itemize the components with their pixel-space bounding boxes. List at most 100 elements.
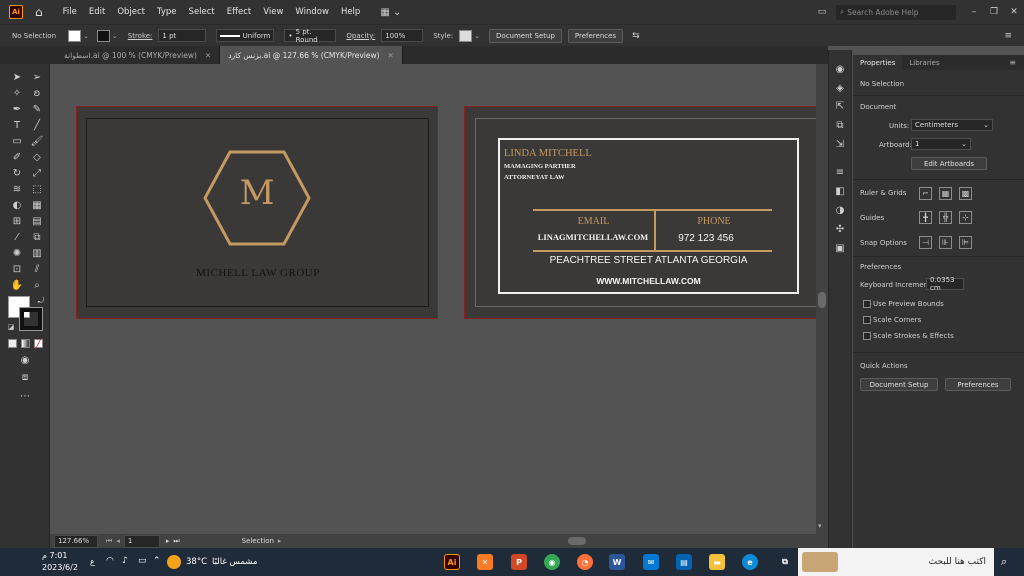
transparency-grid-icon[interactable]: ▩ — [959, 187, 972, 200]
artboard-tool-icon[interactable]: ⊡ — [10, 262, 24, 276]
tray-chevron-icon[interactable]: ⌃ — [153, 556, 161, 566]
qa-preferences-button[interactable]: Preferences — [945, 378, 1011, 391]
store-icon[interactable]: ▤ — [676, 554, 692, 570]
file-explorer-icon[interactable]: ▬ — [709, 554, 725, 570]
word-icon[interactable]: W — [609, 554, 625, 570]
menu-view[interactable]: View — [257, 7, 289, 17]
draw-mode-icon[interactable]: ◉ — [18, 353, 32, 367]
grid-icon[interactable]: ▦ — [939, 187, 952, 200]
weather-text[interactable]: مشمس غالبًا — [212, 557, 257, 567]
fill-swatch[interactable] — [68, 29, 81, 42]
edge-icon[interactable]: e — [742, 554, 758, 570]
slice-tool-icon[interactable]: ⫽ — [30, 262, 44, 276]
shape-builder-icon[interactable]: ◐ — [10, 198, 24, 212]
panel-menu-icon[interactable]: ≡ — [1004, 31, 1012, 41]
menu-file[interactable]: File — [57, 7, 83, 17]
lasso-tool-icon[interactable]: ʚ — [30, 86, 44, 100]
color-mode-icon[interactable] — [8, 339, 17, 348]
xampp-icon[interactable]: ✕ — [477, 554, 493, 570]
tab-properties[interactable]: Properties — [853, 55, 903, 70]
document-setup-button[interactable]: Document Setup — [489, 28, 562, 43]
search-help-input[interactable]: ⌕ Search Adobe Help — [836, 4, 956, 20]
home-icon[interactable]: ⌂ — [35, 5, 43, 19]
arrange-icon[interactable]: ⇆ — [632, 31, 640, 41]
search-icon[interactable]: ⌕ — [1001, 555, 1007, 569]
style-swatch[interactable] — [459, 29, 473, 42]
artboard-navigator[interactable]: 1 — [123, 534, 160, 548]
artboard-front[interactable]: M MICHELL LAW GROUP — [76, 106, 438, 319]
task-view-icon[interactable]: ⧉ — [777, 554, 793, 570]
artboards-panel-icon[interactable]: ⧉ — [833, 118, 847, 132]
snap-to-grid-icon[interactable]: ⊪ — [939, 236, 952, 249]
stroke-swatch[interactable] — [96, 29, 110, 42]
line-tool-icon[interactable]: ╱ — [30, 118, 44, 132]
wifi-icon[interactable]: ◠ — [106, 556, 114, 566]
fill-dropdown-icon[interactable]: ⌄ — [83, 32, 89, 40]
graph-tool-icon[interactable]: ▥ — [30, 246, 44, 260]
clock-time[interactable]: 7:01 م — [42, 551, 67, 560]
minimize-icon[interactable]: – — [964, 7, 984, 17]
selection-tool-icon[interactable]: ➤ — [10, 70, 24, 84]
scroll-down-icon[interactable]: ▾ — [818, 522, 822, 530]
menu-effect[interactable]: Effect — [221, 7, 257, 17]
menu-window[interactable]: Window — [289, 7, 335, 17]
stroke-panel-icon[interactable]: ≡ — [833, 165, 847, 179]
edit-toolbar-icon[interactable]: ⋯ — [18, 389, 32, 403]
appearance-panel-icon[interactable]: ◉ — [833, 62, 847, 76]
volume-icon[interactable]: ♪ — [122, 556, 128, 566]
keyboard-increment-field[interactable]: 0.0353 cm — [926, 276, 964, 292]
menu-edit[interactable]: Edit — [83, 7, 111, 17]
scale-strokes-checkbox[interactable] — [863, 332, 871, 340]
arrange-documents-icon[interactable]: ▭ — [812, 7, 832, 17]
mesh-tool-icon[interactable]: ⊞ — [10, 214, 24, 228]
menu-object[interactable]: Object — [111, 7, 151, 17]
battery-icon[interactable]: ▭ — [138, 556, 147, 566]
asset-export-icon[interactable]: ⇲ — [833, 137, 847, 151]
rectangle-tool-icon[interactable]: ▭ — [10, 134, 24, 148]
gradient-tool-icon[interactable]: ▤ — [30, 214, 44, 228]
artboard-select[interactable]: 1 ⌄ — [911, 138, 971, 150]
style-dropdown-icon[interactable]: ⌄ — [474, 32, 480, 40]
paintbrush-tool-icon[interactable]: 🖌 — [30, 134, 44, 148]
menu-select[interactable]: Select — [183, 7, 221, 17]
powerpoint-icon[interactable]: P — [511, 554, 527, 570]
qa-document-setup-button[interactable]: Document Setup — [860, 378, 938, 391]
eraser-tool-icon[interactable]: ◇ — [30, 150, 44, 164]
gradient-mode-icon[interactable] — [21, 339, 30, 348]
stroke-dropdown-icon[interactable]: ⌄ — [112, 32, 118, 40]
canvas[interactable]: M MICHELL LAW GROUP LINDA MITCHELL MAMAG… — [50, 64, 817, 534]
chrome-icon[interactable]: ◉ — [544, 554, 560, 570]
lock-guides-icon[interactable]: ╬ — [939, 211, 952, 224]
shaper-tool-icon[interactable]: ✐ — [10, 150, 24, 164]
horizontal-scroll-thumb[interactable] — [568, 537, 586, 545]
zoom-level-field[interactable]: 127.66% — [54, 534, 98, 548]
opacity-field[interactable]: 100% — [381, 29, 424, 42]
curvature-tool-icon[interactable]: ✎ — [30, 102, 44, 116]
use-preview-bounds-checkbox[interactable] — [863, 300, 871, 308]
smart-guides-icon[interactable]: ⊹ — [959, 211, 972, 224]
restore-icon[interactable]: ❐ — [984, 7, 1004, 17]
stroke-weight-field[interactable]: 1 pt — [158, 29, 207, 42]
perspective-grid-icon[interactable]: ▦ — [30, 198, 44, 212]
pen-tool-icon[interactable]: ✒ — [10, 102, 24, 116]
prev-artboard-icon[interactable]: ◂ — [116, 537, 120, 545]
symbol-sprayer-icon[interactable]: ✺ — [10, 246, 24, 260]
none-mode-icon[interactable]: ╱ — [34, 339, 43, 348]
menu-help[interactable]: Help — [335, 7, 366, 17]
magic-wand-icon[interactable]: ✧ — [10, 86, 24, 100]
weather-icon[interactable] — [167, 555, 181, 569]
preferences-button[interactable]: Preferences — [567, 28, 624, 43]
workspace-switcher-icon[interactable]: ▦ ⌄ — [380, 7, 401, 18]
screen-mode-icon[interactable]: ⧈ — [18, 370, 32, 384]
brush-definition[interactable]: • 5 pt. Round — [284, 28, 337, 44]
close-tab-icon[interactable]: ✕ — [388, 51, 394, 60]
free-transform-icon[interactable]: ⬚ — [30, 182, 44, 196]
artboard-back[interactable]: LINDA MITCHELL MAMAGING PARTHER ATTORNEY… — [464, 106, 817, 319]
stroke-label[interactable]: Stroke: — [128, 32, 153, 40]
edit-artboards-button[interactable]: Edit Artboards — [911, 157, 987, 170]
mail-icon[interactable]: ✉ — [643, 554, 659, 570]
clock-date[interactable]: 2023/6/2 — [42, 563, 78, 572]
close-tab-icon[interactable]: ✕ — [205, 51, 211, 60]
transparency-panel-icon[interactable]: ◑ — [833, 203, 847, 217]
warp-tool-icon[interactable]: ≋ — [10, 182, 24, 196]
